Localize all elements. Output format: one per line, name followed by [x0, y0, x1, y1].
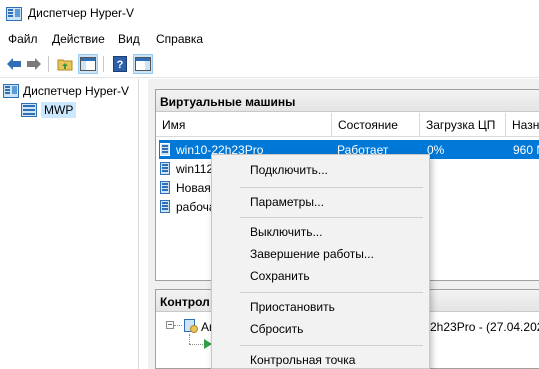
- context-menu: Подключить... Параметры... Выключить... …: [211, 154, 430, 369]
- menu-separator: [240, 345, 423, 346]
- menu-bar: Файл Действие Вид Справка: [0, 28, 539, 50]
- help-icon[interactable]: ?: [110, 54, 130, 74]
- virtual-machine-icon: [160, 200, 170, 213]
- checkpoint-icon: [184, 319, 198, 333]
- tree-connector: [189, 344, 203, 345]
- menu-item-reset[interactable]: Сбросить: [250, 322, 303, 336]
- menu-item-connect[interactable]: Подключить...: [250, 163, 328, 177]
- back-arrow-icon[interactable]: [4, 54, 24, 74]
- vm-row[interactable]: Новая: [159, 178, 219, 197]
- column-memory[interactable]: Назн: [506, 113, 539, 137]
- menu-separator: [240, 292, 423, 293]
- tree-connector: [174, 325, 182, 326]
- menu-item-turn-off[interactable]: Выключить...: [250, 225, 322, 239]
- vm-name: win112: [176, 162, 214, 176]
- tree-connector: [189, 334, 190, 344]
- svg-text:?: ?: [117, 59, 124, 71]
- toolbar: ?: [0, 50, 539, 78]
- tree-server-label: MWP: [41, 102, 77, 118]
- menu-action[interactable]: Действие: [52, 32, 105, 46]
- menu-item-save[interactable]: Сохранить: [250, 269, 310, 283]
- menu-separator: [240, 187, 423, 188]
- tree-item-server[interactable]: MWP: [21, 101, 77, 119]
- column-cpu[interactable]: Загрузка ЦП: [420, 113, 506, 137]
- menu-item-shut-down[interactable]: Завершение работы...: [250, 247, 374, 261]
- vm-name: Новая: [176, 181, 211, 195]
- menu-item-settings[interactable]: Параметры...: [250, 195, 324, 209]
- collapse-toggle-icon[interactable]: −: [166, 321, 174, 329]
- virtual-machine-icon: [160, 181, 170, 194]
- hyperv-manager-icon: [6, 7, 22, 21]
- forward-arrow-icon[interactable]: [24, 54, 44, 74]
- virtual-machine-icon: [160, 162, 170, 175]
- menu-file[interactable]: Файл: [8, 32, 38, 46]
- virtual-machine-icon: [160, 143, 170, 156]
- menu-separator: [240, 217, 423, 218]
- menu-item-checkpoint[interactable]: Контрольная точка: [250, 353, 355, 367]
- window-title: Диспетчер Hyper-V: [28, 6, 135, 20]
- up-folder-icon[interactable]: [55, 54, 75, 74]
- vm-row[interactable]: рабоча: [159, 197, 219, 216]
- vm-name: рабоча: [176, 200, 216, 214]
- vm-panel-title: Виртуальные машины: [156, 90, 539, 112]
- title-bar: Диспетчер Hyper-V: [0, 0, 539, 28]
- menu-view[interactable]: Вид: [118, 32, 140, 46]
- server-icon: [21, 103, 37, 117]
- menu-item-pause[interactable]: Приостановить: [250, 300, 335, 314]
- hyperv-manager-icon: [3, 84, 19, 98]
- vm-row[interactable]: win112: [159, 159, 219, 178]
- navigation-tree: Диспетчер Hyper-V MWP: [0, 79, 139, 369]
- column-name[interactable]: Имя: [156, 113, 332, 137]
- vm-memory: 960 M: [513, 143, 539, 157]
- action-pane-icon[interactable]: [133, 54, 153, 74]
- checkpoint-name[interactable]: 2h23Pro - (27.04.2025: [430, 320, 539, 334]
- show-hide-tree-icon[interactable]: [78, 54, 98, 74]
- tree-item-hyperv-manager[interactable]: Диспетчер Hyper-V: [3, 82, 129, 100]
- column-state[interactable]: Состояние: [332, 113, 420, 137]
- menu-help[interactable]: Справка: [156, 32, 203, 46]
- tree-root-label: Диспетчер Hyper-V: [23, 84, 130, 98]
